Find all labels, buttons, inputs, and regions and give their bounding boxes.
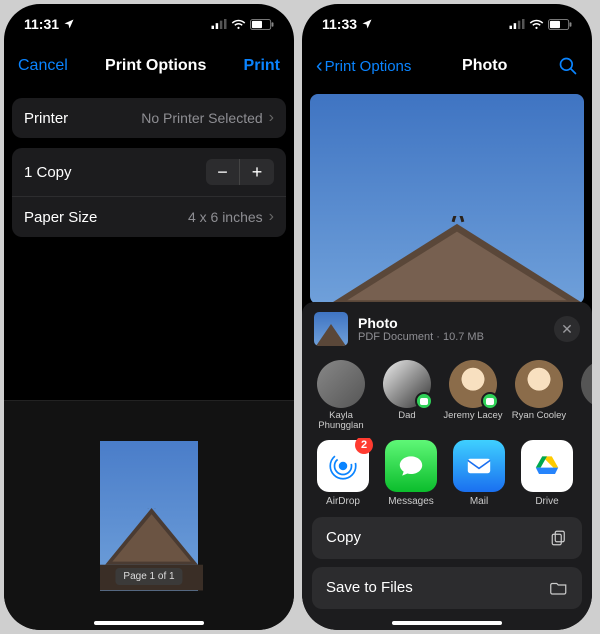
share-title: Photo [358, 315, 544, 331]
contact-name: Dad [398, 411, 415, 421]
printer-section: Printer No Printer Selected › [12, 98, 286, 138]
share-header: Photo PDF Document · 10.7 MB ✕ [302, 302, 592, 356]
photo-preview[interactable] [310, 94, 584, 304]
search-button[interactable] [558, 56, 578, 76]
app-airdrop[interactable]: 2 AirDrop [314, 440, 372, 507]
page-count-label: Page 1 of 1 [115, 568, 182, 585]
app-label: Drive [535, 496, 558, 507]
cellular-signal-icon [509, 19, 525, 29]
messages-badge-icon [481, 392, 499, 410]
action-label: Copy [326, 529, 361, 546]
page-thumbnail[interactable]: Page 1 of 1 [100, 441, 198, 591]
chevron-right-icon: › [269, 109, 274, 127]
battery-icon [548, 19, 572, 30]
contact-name: Jeremy Lacey [443, 411, 502, 421]
location-arrow-icon [361, 18, 373, 30]
copies-row: 1 Copy − + [12, 148, 286, 196]
messages-icon [385, 440, 437, 492]
wifi-icon [529, 19, 544, 30]
notch [387, 4, 507, 28]
save-to-files-action[interactable]: Save to Files [312, 567, 582, 609]
print-button[interactable]: Print [244, 57, 280, 75]
copy-icon [550, 529, 568, 547]
share-thumbnail [314, 312, 348, 346]
share-actions: Copy Save to Files [302, 517, 592, 609]
phone-print-options: 11:31 Cancel Print Options Print [4, 4, 294, 630]
back-button[interactable]: ‹ Print Options [316, 55, 411, 78]
app-label: Messages [388, 496, 434, 507]
page-title: Print Options [105, 57, 206, 75]
share-apps-row[interactable]: 2 AirDrop Messages Mail [302, 438, 592, 517]
cancel-button[interactable]: Cancel [18, 57, 68, 75]
avatar [317, 360, 365, 408]
decrement-button[interactable]: − [206, 159, 240, 185]
folder-icon [550, 579, 568, 597]
share-sheet: Photo PDF Document · 10.7 MB ✕ Kayla Phu… [302, 302, 592, 630]
drive-icon [521, 440, 573, 492]
copy-action[interactable]: Copy [312, 517, 582, 559]
chevron-left-icon: ‹ [316, 55, 323, 78]
wifi-icon [231, 19, 246, 30]
options-section: 1 Copy − + Paper Size 4 x 6 inches › [12, 148, 286, 237]
notch [89, 4, 209, 28]
contact-name: Kayla Phungglan [311, 411, 371, 432]
page-title: Photo [462, 57, 507, 75]
increment-button[interactable]: + [240, 159, 274, 185]
printer-value: No Printer Selected [141, 110, 262, 126]
contact-item[interactable]: Ryan Cooley [508, 360, 570, 432]
avatar [515, 360, 563, 408]
action-label: Save to Files [326, 579, 413, 596]
airdrop-contacts-row[interactable]: Kayla Phungglan Dad Jeremy Lacey [302, 356, 592, 438]
close-button[interactable]: ✕ [554, 316, 580, 342]
home-indicator[interactable] [94, 621, 204, 625]
contact-item[interactable]: Dad [376, 360, 438, 432]
back-label: Print Options [325, 58, 412, 75]
status-time: 11:31 [24, 16, 59, 32]
contact-item[interactable] [574, 360, 592, 432]
copies-label: 1 Copy [24, 164, 72, 181]
status-time: 11:33 [322, 16, 357, 32]
battery-icon [250, 19, 274, 30]
home-indicator[interactable] [392, 621, 502, 625]
paper-size-value: 4 x 6 inches [188, 209, 263, 225]
copies-stepper: − + [206, 159, 274, 185]
paper-size-row[interactable]: Paper Size 4 x 6 inches › [12, 196, 286, 237]
mail-icon [453, 440, 505, 492]
avatar [581, 360, 592, 408]
printer-row[interactable]: Printer No Printer Selected › [12, 98, 286, 138]
location-arrow-icon [63, 18, 75, 30]
app-messages[interactable]: Messages [382, 440, 440, 507]
airdrop-icon: 2 [317, 440, 369, 492]
search-icon [558, 56, 578, 76]
chevron-right-icon: › [269, 208, 274, 226]
cellular-signal-icon [211, 19, 227, 29]
close-icon: ✕ [561, 321, 573, 338]
app-label: Mail [470, 496, 488, 507]
nav-header: Cancel Print Options Print [4, 44, 294, 88]
printer-label: Printer [24, 110, 68, 127]
contact-name: Ryan Cooley [512, 411, 566, 421]
paper-size-label: Paper Size [24, 209, 97, 226]
messages-badge-icon [415, 392, 433, 410]
print-preview-area[interactable]: Page 1 of 1 [4, 400, 294, 630]
badge-count: 2 [355, 438, 373, 454]
phone-share-sheet: 11:33 ‹ Print Options [302, 4, 592, 630]
contact-item[interactable]: Kayla Phungglan [310, 360, 372, 432]
app-label: AirDrop [326, 496, 360, 507]
nav-header: ‹ Print Options Photo [302, 44, 592, 88]
app-drive[interactable]: Drive [518, 440, 576, 507]
contact-item[interactable]: Jeremy Lacey [442, 360, 504, 432]
share-subtitle: PDF Document · 10.7 MB [358, 331, 544, 343]
app-mail[interactable]: Mail [450, 440, 508, 507]
